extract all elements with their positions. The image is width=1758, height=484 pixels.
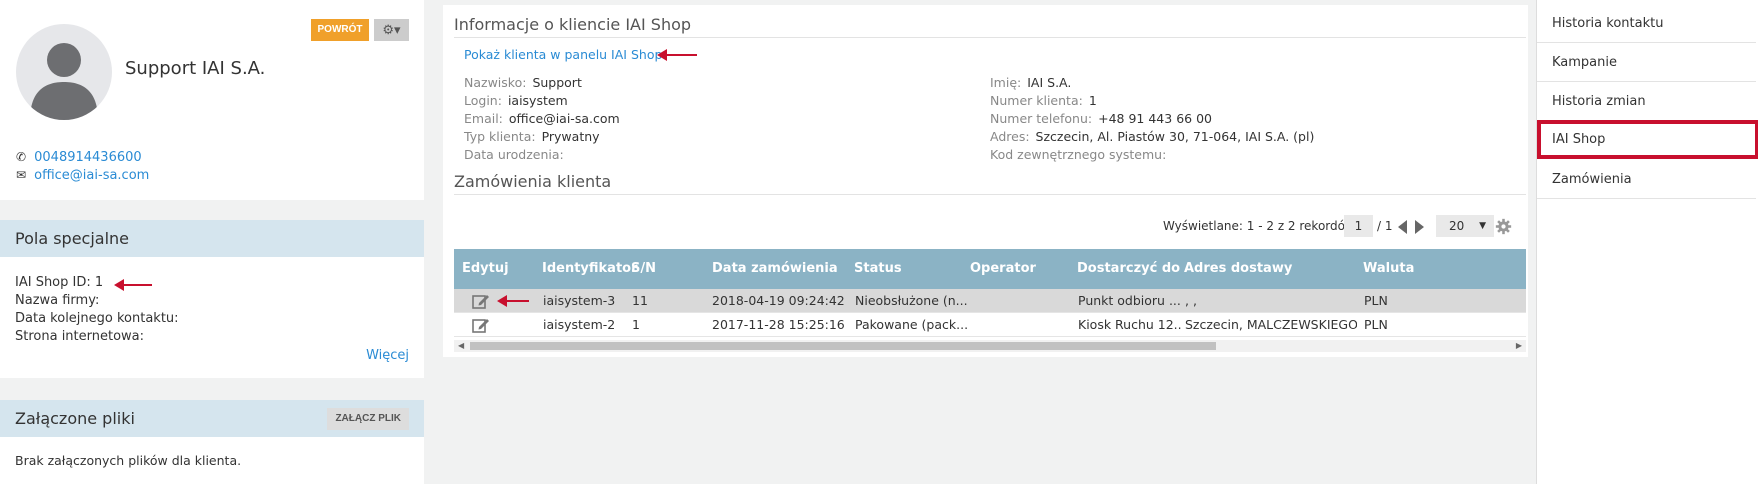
cell-sn: 1 [632, 317, 640, 332]
tab-iai-shop[interactable]: IAI Shop [1537, 120, 1758, 159]
tab-contact-history[interactable]: Historia kontaktu [1537, 4, 1756, 43]
files-empty-text: Brak załączonych plików dla klienta. [15, 453, 242, 468]
col-order-date[interactable]: Data zamówienia [712, 249, 838, 289]
avatar [16, 24, 112, 120]
chevron-down-icon: ▼ [1479, 221, 1486, 231]
orders-table: Edytuj Identyfikator S/N Data zamówienia… [454, 249, 1526, 337]
col-sn[interactable]: S/N [631, 249, 656, 289]
side-tabs: Historia kontaktu Kampanie Historia zmia… [1536, 0, 1758, 484]
edit-icon[interactable] [472, 317, 490, 333]
settings-dropdown-button[interactable]: ⚙▾ [374, 19, 409, 41]
horizontal-scrollbar[interactable]: ◀ ▶ [454, 340, 1526, 352]
col-deliver-to[interactable]: Dostarczyć do [1077, 249, 1180, 289]
cell-identifier: iaisystem-2 [543, 317, 616, 332]
col-status[interactable]: Status [854, 249, 902, 289]
cell-deliver-to: Kiosk Ruchu 12... [1078, 317, 1181, 332]
info-phone: Numer telefonu: +48 91 443 66 00 [990, 111, 1212, 126]
client-name: Support IAI S.A. [125, 58, 266, 79]
table-settings-gear-icon[interactable] [1495, 218, 1512, 235]
annotation-arrow [657, 49, 697, 61]
attached-files-header: Załączone pliki ZAŁĄCZ PLIK [0, 400, 424, 437]
table-row[interactable]: iaisystem-2 1 2017-11-28 15:25:16 Pakowa… [454, 313, 1526, 337]
info-email: Email: office@iai-sa.com [464, 111, 620, 126]
annotation-arrow [497, 295, 529, 307]
cell-currency: PLN [1364, 293, 1388, 308]
attached-files-title: Załączone pliki [15, 409, 135, 428]
client-info-panel: Informacje o kliencie IAI Shop Pokaż kli… [443, 5, 1528, 357]
col-operator[interactable]: Operator [970, 249, 1036, 289]
special-fields-card: Pola specjalne IAI Shop ID: 1 Nazwa firm… [0, 220, 424, 378]
cell-deliver-to: Punkt odbioru ... [1078, 293, 1181, 308]
cell-address: , , [1185, 293, 1197, 308]
info-external-code: Kod zewnętrznego systemu: [990, 147, 1167, 162]
col-identifier[interactable]: Identyfikator [542, 249, 638, 289]
col-delivery-address[interactable]: Adres dostawy [1184, 249, 1292, 289]
info-title: Informacje o kliencie IAI Shop [454, 15, 692, 34]
phone-icon: ✆ [16, 150, 27, 164]
edit-icon[interactable] [472, 293, 490, 309]
email-link[interactable]: office@iai-sa.com [34, 168, 149, 183]
annotation-arrow [114, 279, 152, 291]
cell-sn: 11 [632, 293, 648, 308]
back-button[interactable]: POWRÓT [311, 19, 369, 41]
info-address: Adres: Szczecin, Al. Piastów 30, 71-064, … [990, 129, 1315, 144]
tab-change-history[interactable]: Historia zmian [1537, 82, 1756, 121]
cell-address: Szczecin, MALCZEWSKIEGO ... [1185, 317, 1357, 332]
page-total: / 1 [1377, 219, 1393, 233]
next-page-icon[interactable] [1415, 220, 1424, 234]
cell-status: Nieobsłużone (n... [855, 293, 967, 308]
scroll-right-icon[interactable]: ▶ [1516, 341, 1522, 350]
info-birth-date: Data urodzenia: [464, 147, 564, 162]
cell-date: 2018-04-19 09:24:42 [712, 293, 845, 308]
more-link[interactable]: Więcej [366, 348, 409, 363]
cell-date: 2017-11-28 15:25:16 [712, 317, 845, 332]
pager-summary: Wyświetlane: 1 - 2 z 2 rekordów [1163, 219, 1355, 233]
attached-files-card: Załączone pliki ZAŁĄCZ PLIK Brak załączo… [0, 400, 424, 484]
table-row[interactable]: iaisystem-3 11 2018-04-19 09:24:42 Nieob… [454, 289, 1526, 313]
email-line: ✉ office@iai-sa.com [16, 168, 149, 183]
orders-title: Zamówienia klienta [454, 172, 612, 191]
divider [454, 37, 1526, 38]
phone-link[interactable]: 0048914436600 [34, 150, 142, 165]
cell-status: Pakowane (pack... [855, 317, 967, 332]
cell-identifier: iaisystem-3 [543, 293, 616, 308]
info-surname: Nazwisko: Support [464, 75, 582, 90]
table-header: Edytuj Identyfikator S/N Data zamówienia… [454, 249, 1526, 289]
left-column: Support IAI S.A. POWRÓT ⚙▾ ✆ 00489144366… [0, 0, 424, 484]
prev-page-icon[interactable] [1398, 220, 1407, 234]
show-in-panel-link[interactable]: Pokaż klienta w panelu IAI Shop [464, 47, 662, 62]
cell-currency: PLN [1364, 317, 1388, 332]
col-edit[interactable]: Edytuj [462, 249, 509, 289]
field-website: Strona internetowa: [15, 329, 145, 344]
info-client-number: Numer klienta: 1 [990, 93, 1097, 108]
info-first-name: Imię: IAI S.A. [990, 75, 1072, 90]
field-company-name: Nazwa firmy: [15, 293, 100, 308]
page-input[interactable]: 1 [1344, 215, 1373, 237]
field-iai-shop-id: IAI Shop ID: 1 [15, 275, 104, 290]
info-login: Login: iaisystem [464, 93, 568, 108]
per-page-select[interactable]: 20 ▼ [1436, 215, 1494, 237]
col-currency[interactable]: Waluta [1363, 249, 1414, 289]
tab-campaigns[interactable]: Kampanie [1537, 43, 1756, 82]
envelope-icon: ✉ [16, 168, 27, 182]
special-fields-title: Pola specjalne [0, 220, 424, 257]
phone-line: ✆ 0048914436600 [16, 150, 142, 165]
info-client-type: Typ klienta: Prywatny [464, 129, 600, 144]
divider [454, 194, 1526, 195]
field-next-contact: Data kolejnego kontaktu: [15, 311, 179, 326]
profile-card: Support IAI S.A. POWRÓT ⚙▾ ✆ 00489144366… [0, 0, 424, 200]
user-silhouette-icon [30, 43, 98, 120]
tab-orders[interactable]: Zamówienia [1537, 160, 1756, 199]
scroll-thumb[interactable] [470, 342, 1216, 350]
scroll-left-icon[interactable]: ◀ [458, 341, 464, 350]
attach-file-button[interactable]: ZAŁĄCZ PLIK [327, 408, 409, 430]
